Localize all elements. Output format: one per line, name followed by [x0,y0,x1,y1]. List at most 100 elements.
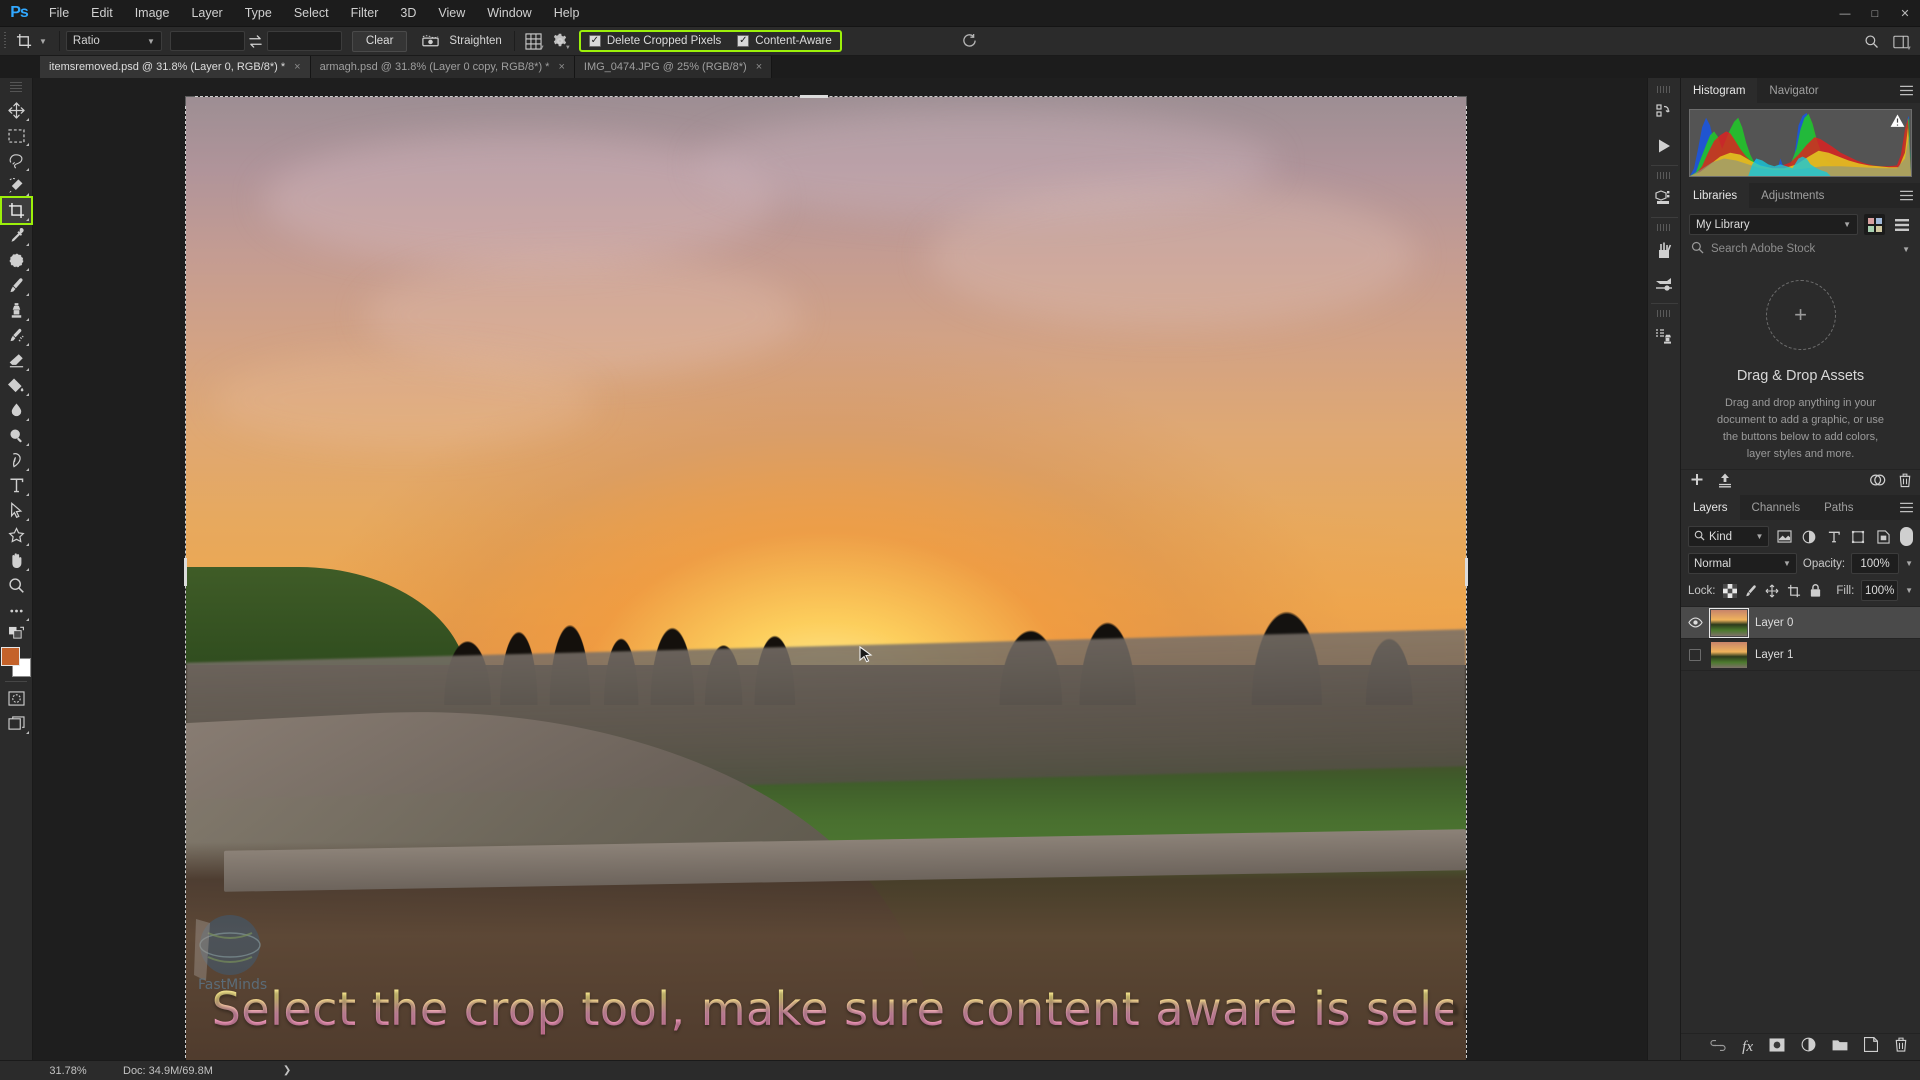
screen-mode-icon[interactable] [2,711,31,736]
lasso-tool[interactable] [2,148,31,173]
delete-layer-icon[interactable] [1894,1037,1908,1057]
layer-name[interactable]: Layer 0 [1755,617,1793,629]
workspace-icon[interactable]: ▼ [1888,30,1914,54]
search-icon[interactable] [1858,30,1884,54]
list-view-icon[interactable] [1891,214,1912,235]
dock-grip[interactable] [1657,224,1671,231]
eyedropper-tool[interactable] [2,223,31,248]
add-asset-placeholder[interactable]: + [1765,280,1836,350]
lock-image-icon[interactable] [1744,581,1758,600]
dodge-tool[interactable] [2,423,31,448]
menu-view[interactable]: View [427,0,476,27]
tab-layers[interactable]: Layers [1681,495,1740,520]
options-bar-grip[interactable] [0,27,10,56]
blend-mode-select[interactable]: Normal ▼ [1688,553,1797,574]
shape-filter-icon[interactable] [1849,527,1868,546]
grid-view-icon[interactable] [1864,214,1885,235]
menu-image[interactable]: Image [124,0,181,27]
brush-tool[interactable] [2,273,31,298]
quick-selection-tool[interactable] [2,173,31,198]
lock-all-icon[interactable] [1808,581,1822,600]
panel-menu-icon[interactable] [1899,495,1914,520]
spot-healing-brush-tool[interactable] [2,248,31,273]
menu-select[interactable]: Select [283,0,340,27]
crop-corner-handle-tl[interactable] [185,96,195,106]
close-icon[interactable]: × [558,61,564,73]
gradient-tool[interactable] [2,373,31,398]
document-canvas[interactable]: FastMinds Select the crop tool, make sur… [184,95,1468,1060]
crop-width-input[interactable] [169,31,245,51]
menu-edit[interactable]: Edit [80,0,124,27]
layer-filter-kind-select[interactable]: Kind ▼ [1688,526,1770,547]
panel-menu-icon[interactable] [1899,183,1914,208]
lock-position-icon[interactable] [1765,581,1779,600]
eraser-tool[interactable] [2,348,31,373]
chevron-down-icon[interactable]: ▼ [1902,245,1910,254]
lock-artboard-icon[interactable] [1787,581,1801,600]
reset-icon[interactable] [955,29,985,53]
smart-object-filter-icon[interactable] [1874,527,1893,546]
history-icon[interactable] [1650,95,1679,129]
move-tool[interactable] [2,98,31,123]
new-group-icon[interactable] [1832,1038,1848,1056]
crop-settings-gear-icon[interactable]: ▼ [547,29,573,53]
tab-histogram[interactable]: Histogram [1681,78,1758,103]
zoom-level[interactable]: 31.78% [33,1065,103,1077]
straighten-label[interactable]: Straighten [443,35,507,47]
menu-window[interactable]: Window [476,0,542,27]
chevron-right-icon[interactable]: ❯ [283,1065,291,1076]
tab-navigator[interactable]: Navigator [1757,78,1831,103]
menu-type[interactable]: Type [234,0,283,27]
tools-panel-grip[interactable] [10,82,22,94]
close-icon[interactable]: × [294,61,300,73]
layer-row-0[interactable]: Layer 0 [1681,607,1920,639]
brush-settings-icon[interactable] [1650,267,1679,301]
menu-file[interactable]: File [38,0,80,27]
crop-overlay-grid-icon[interactable]: ▼ [521,29,547,53]
quick-mask-icon[interactable] [2,686,31,711]
crop-edge-handle-left[interactable] [184,557,187,586]
delete-icon[interactable] [1898,473,1912,493]
tool-preset-picker[interactable]: ▼ [10,29,53,53]
content-aware-checkbox[interactable]: ✓ Content-Aware [737,35,832,47]
fill-value[interactable]: 100% [1861,580,1899,601]
chevron-down-icon[interactable]: ▼ [1905,586,1913,595]
tab-channels[interactable]: Channels [1739,495,1813,520]
minimize-button[interactable]: — [1830,0,1860,27]
menu-3d[interactable]: 3D [389,0,427,27]
rectangular-marquee-tool[interactable] [2,123,31,148]
document-tab-2[interactable]: armagh.psd @ 31.8% (Layer 0 copy, RGB/8*… [310,56,575,78]
crop-edge-handle-top[interactable] [800,95,829,98]
document-tab-3[interactable]: IMG_0474.JPG @ 25% (RGB/8*) × [574,56,773,78]
new-layer-icon[interactable] [1863,1036,1879,1057]
adjustment-filter-icon[interactable] [1800,527,1819,546]
layer-thumbnail[interactable] [1709,607,1749,638]
crop-ratio-select[interactable]: Ratio ▼ [65,31,162,51]
adjustment-layer-icon[interactable] [1801,1037,1816,1057]
filter-enable-toggle[interactable] [1900,527,1913,546]
crop-edge-handle-right[interactable] [1465,557,1468,586]
add-element-icon[interactable] [1689,472,1705,493]
hand-tool[interactable] [2,548,31,573]
tab-adjustments[interactable]: Adjustments [1749,183,1837,208]
foreground-color-swatch[interactable] [1,647,20,666]
dock-grip[interactable] [1657,86,1671,93]
layer-row-1[interactable]: Layer 1 [1681,639,1920,671]
clone-stamp-tool[interactable] [2,298,31,323]
actions-play-icon[interactable] [1650,129,1679,163]
swap-width-height-icon[interactable] [245,30,267,52]
fx-icon[interactable]: fx [1742,1039,1753,1056]
uncached-warning-icon[interactable] [1890,114,1905,131]
eye-visible-icon[interactable] [1687,617,1703,628]
crop-tool[interactable] [0,196,33,225]
blur-tool[interactable] [2,398,31,423]
crop-corner-handle-tr[interactable] [1457,96,1467,106]
upload-icon[interactable] [1717,472,1733,493]
layer-name[interactable]: Layer 1 [1755,649,1793,661]
custom-shape-tool[interactable] [2,523,31,548]
clear-button[interactable]: Clear [351,30,408,52]
layer-thumbnail[interactable] [1711,641,1747,668]
dock-grip[interactable] [1657,172,1671,179]
crop-height-input[interactable] [266,31,342,51]
creative-cloud-icon[interactable] [1869,473,1886,492]
